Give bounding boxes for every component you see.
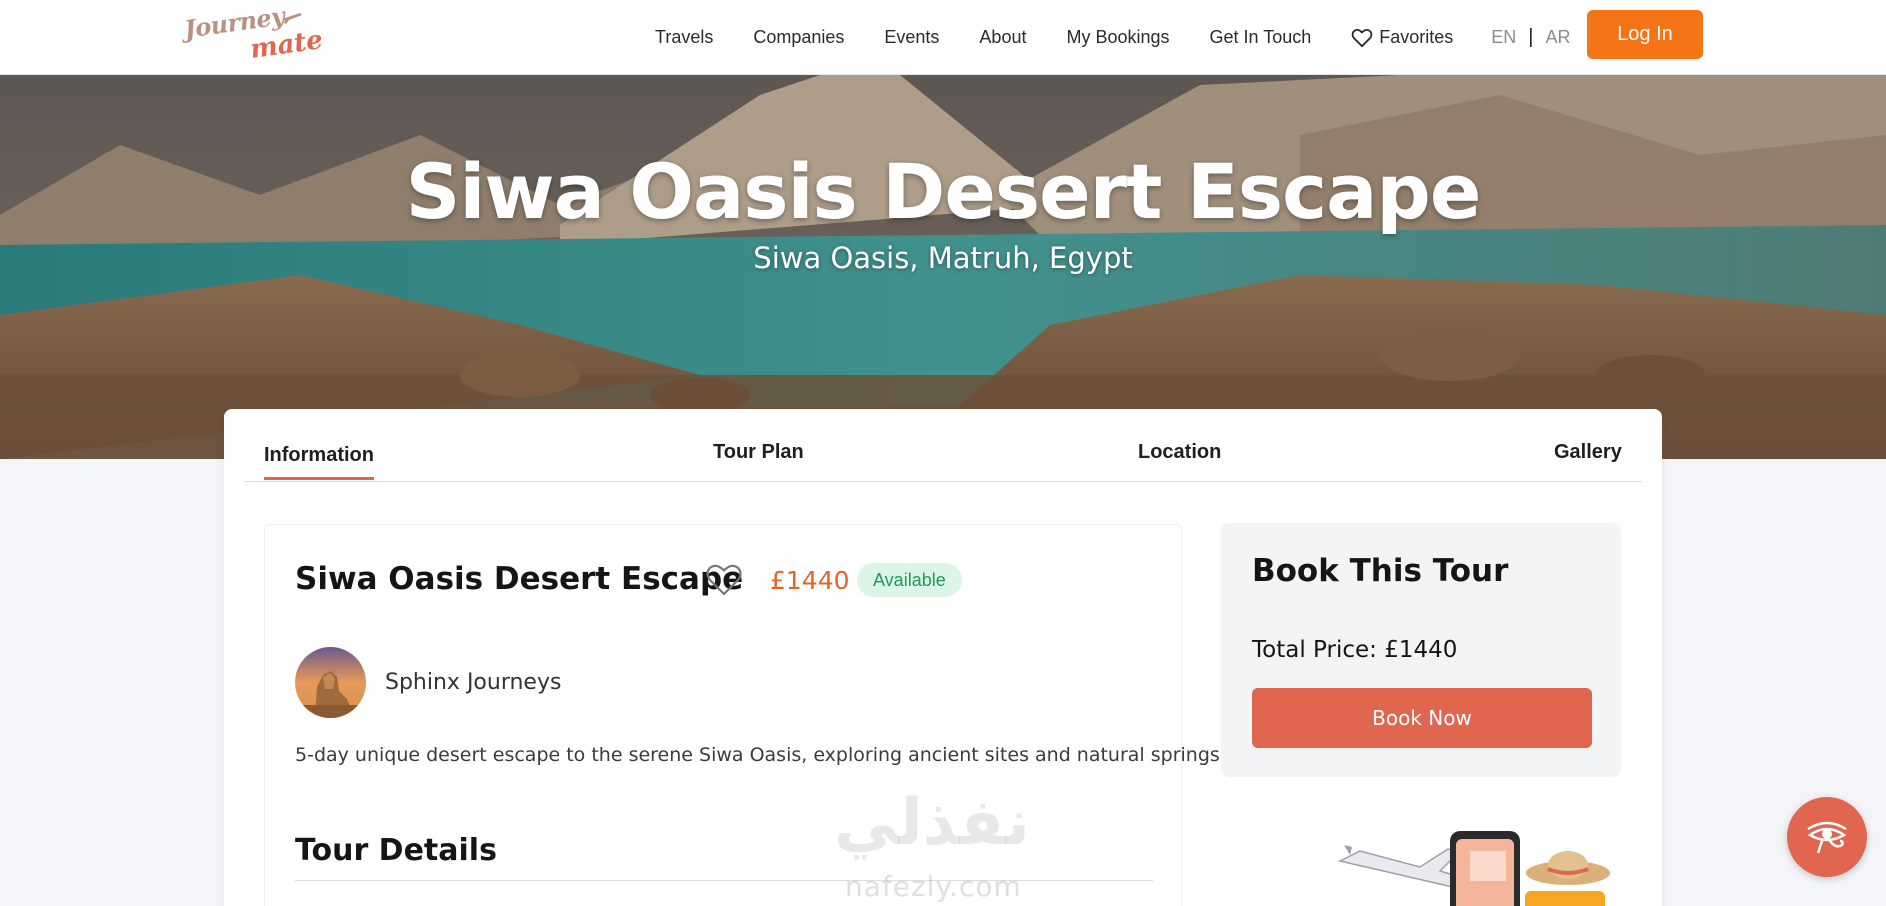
tour-price: £1440 [770,566,850,595]
nav-travels[interactable]: Travels [655,27,713,48]
lang-en[interactable]: EN [1491,27,1516,48]
tab-gallery[interactable]: Gallery [1554,441,1622,464]
favorite-heart-icon[interactable] [705,563,743,597]
tab-information[interactable]: Information [264,444,374,480]
tour-info-panel: Siwa Oasis Desert Escape £1440 Available [264,524,1226,906]
booking-panel: Book This Tour Total Price: £1440 Book N… [1221,523,1621,777]
booking-title: Book This Tour [1252,553,1509,589]
hero-banner: Siwa Oasis Desert Escape Siwa Oasis, Mat… [0,75,1886,459]
heart-outline-icon [1351,28,1373,47]
lang-separator: | [1528,26,1534,48]
plane-icon [282,13,302,24]
travel-illustration [1337,831,1610,906]
watermark-latin: nafezly.com [845,870,1022,903]
tour-title: Siwa Oasis Desert Escape [295,561,744,597]
login-button[interactable]: Log In [1587,10,1703,59]
tour-details-heading: Tour Details [295,833,497,868]
booking-total-price: Total Price: £1440 [1252,637,1458,663]
nav-favorites[interactable]: Favorites [1351,27,1453,48]
hero-title: Siwa Oasis Desert Escape [405,147,1482,236]
journey-mate-logo[interactable]: Journey mate [182,1,324,65]
tour-tabs: Information Tour Plan Location Gallery [244,409,1642,482]
company-name-link[interactable]: Sphinx Journeys [385,670,561,695]
company-avatar[interactable] [295,647,366,718]
top-navbar: Journey mate Travels Companies Events Ab… [0,0,1886,75]
floating-assistant-button[interactable] [1787,797,1867,877]
nav-about[interactable]: About [979,27,1026,48]
section-divider [295,880,1153,881]
favorites-label: Favorites [1379,27,1454,47]
nav-events[interactable]: Events [884,27,939,48]
tab-location[interactable]: Location [1138,441,1221,464]
sphinx-avatar-image [295,647,366,718]
hero-location: Siwa Oasis, Matruh, Egypt [753,241,1133,275]
main-nav: Travels Companies Events About My Bookin… [655,0,1571,75]
nav-get-in-touch[interactable]: Get In Touch [1210,27,1312,48]
book-now-button[interactable]: Book Now [1252,688,1592,748]
tab-tour-plan[interactable]: Tour Plan [713,441,804,464]
tour-description: 5-day unique desert escape to the serene… [295,744,1226,766]
watermark-arabic: نفذلي [834,786,1030,860]
nav-companies[interactable]: Companies [753,27,844,48]
status-badge: Available [857,563,962,597]
lang-ar[interactable]: AR [1546,27,1571,48]
language-switcher: EN | AR [1491,26,1570,49]
nav-my-bookings[interactable]: My Bookings [1066,27,1169,48]
eye-of-horus-icon [1807,821,1847,854]
